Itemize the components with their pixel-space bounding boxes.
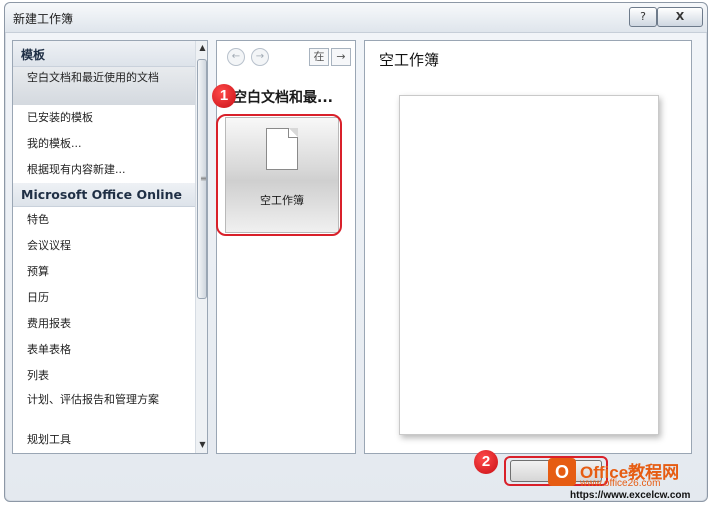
step-badge-2: 2 bbox=[474, 450, 498, 474]
search-in-button[interactable]: 在 bbox=[309, 48, 329, 66]
watermark-url-1: www.office26.com bbox=[580, 478, 661, 489]
watermark-url-2: https://www.excelcw.com bbox=[570, 490, 691, 501]
category-item-plans[interactable]: 计划、评估报告和管理方案 bbox=[13, 389, 195, 427]
category-item-lists[interactable]: 列表 bbox=[13, 363, 195, 389]
category-item-agendas[interactable]: 会议议程 bbox=[13, 233, 195, 259]
template-categories-panel: 模板 空白文档和最近使用的文档 已安装的模板 我的模板... 根据现有内容新建.… bbox=[12, 40, 208, 454]
office-online-header: Microsoft Office Online bbox=[13, 183, 195, 207]
category-item-blank-recent[interactable]: 空白文档和最近使用的文档 bbox=[13, 67, 195, 105]
gallery-nav: ← → 在 → bbox=[217, 41, 355, 73]
arrow-right-icon: → bbox=[255, 51, 265, 62]
preview-title: 空工作簿 bbox=[379, 51, 440, 69]
dialog-title: 新建工作簿 bbox=[13, 12, 74, 26]
back-button[interactable]: ← bbox=[227, 48, 245, 66]
go-button[interactable]: → bbox=[331, 48, 351, 66]
category-item-my-templates[interactable]: 我的模板... bbox=[13, 131, 195, 157]
template-gallery-panel: ← → 在 → 空白文档和最... 空工作簿 bbox=[216, 40, 356, 454]
category-item-featured[interactable]: 特色 bbox=[13, 207, 195, 233]
gallery-heading: 空白文档和最... bbox=[233, 90, 333, 106]
forward-button[interactable]: → bbox=[251, 48, 269, 66]
help-button[interactable]: ? bbox=[629, 7, 657, 27]
preview-panel: 空工作簿 bbox=[364, 40, 692, 454]
highlight-ring-template bbox=[216, 114, 342, 236]
category-item-calendars[interactable]: 日历 bbox=[13, 285, 195, 311]
category-item-expense-reports[interactable]: 费用报表 bbox=[13, 311, 195, 337]
templates-header: 模板 bbox=[13, 41, 195, 67]
category-scrollbar[interactable]: ▲ ≡ ▼ bbox=[195, 41, 207, 453]
grip-icon: ≡ bbox=[200, 174, 207, 183]
title-bar: 新建工作簿 ? X bbox=[5, 3, 707, 33]
watermark: O Office教程网 www.office26.com https://www… bbox=[548, 456, 712, 504]
close-icon: X bbox=[675, 10, 685, 23]
category-list: 模板 空白文档和最近使用的文档 已安装的模板 我的模板... 根据现有内容新建.… bbox=[13, 41, 195, 453]
step-badge-1: 1 bbox=[212, 84, 236, 108]
preview-thumbnail bbox=[399, 95, 659, 435]
office-logo-icon: O bbox=[548, 458, 576, 486]
category-item-planners[interactable]: 规划工具 bbox=[13, 427, 195, 453]
category-item-budgets[interactable]: 预算 bbox=[13, 259, 195, 285]
close-button[interactable]: X bbox=[657, 7, 703, 27]
category-item-from-existing[interactable]: 根据现有内容新建... bbox=[13, 157, 195, 183]
scroll-thumb[interactable]: ≡ bbox=[197, 59, 207, 299]
category-item-forms[interactable]: 表单表格 bbox=[13, 337, 195, 363]
help-icon: ? bbox=[640, 10, 646, 23]
arrow-left-icon: ← bbox=[231, 51, 241, 62]
scroll-up-icon[interactable]: ▲ bbox=[196, 41, 207, 55]
category-item-installed[interactable]: 已安装的模板 bbox=[13, 105, 195, 131]
scroll-down-icon[interactable]: ▼ bbox=[196, 438, 207, 452]
go-arrow-icon: → bbox=[336, 50, 346, 63]
